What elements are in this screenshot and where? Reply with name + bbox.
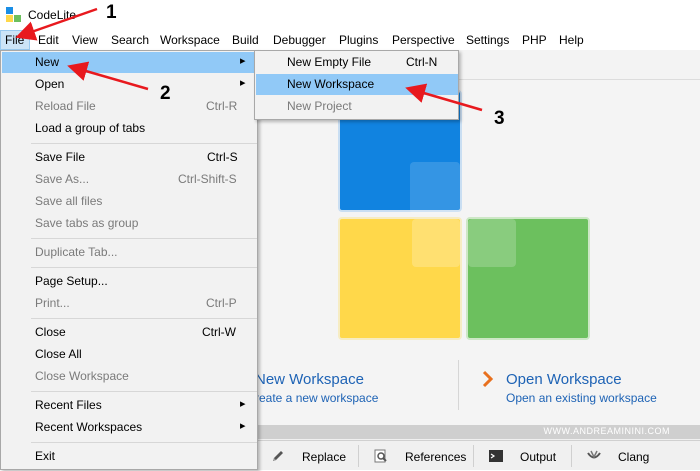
menu-item-label: New Project xyxy=(287,99,352,113)
tab-label: References xyxy=(405,450,467,464)
menu-item-save-as[interactable]: Save As... Ctrl-Shift-S xyxy=(2,169,256,190)
menu-item-save-file[interactable]: Save File Ctrl-S xyxy=(2,147,256,168)
menu-item-label: Close All xyxy=(35,347,82,361)
menu-item-label: New xyxy=(35,55,60,69)
menu-item-page-setup[interactable]: Page Setup... xyxy=(2,271,256,292)
logo-highlight xyxy=(468,219,516,267)
menu-item-label: Save File xyxy=(35,150,86,164)
logo-highlight xyxy=(412,219,460,267)
menu-item-save-all-files[interactable]: Save all files xyxy=(2,191,256,212)
menu-search[interactable]: Search xyxy=(111,33,149,47)
logo-highlight xyxy=(410,162,460,214)
menu-debugger[interactable]: Debugger xyxy=(273,33,326,47)
menu-item-recent-workspaces[interactable]: Recent Workspaces ▸ xyxy=(2,417,256,438)
annotation-number-3: 3 xyxy=(494,108,505,129)
menu-separator xyxy=(31,391,257,392)
menu-item-label: Reload File xyxy=(35,99,96,113)
menu-item-label: Load a group of tabs xyxy=(35,121,146,135)
menu-item-recent-files[interactable]: Recent Files ▸ xyxy=(2,395,256,416)
tab-separator xyxy=(473,445,474,467)
new-submenu: New Empty File Ctrl-N New Workspace New … xyxy=(254,50,459,120)
menu-item-load-group-of-tabs[interactable]: Load a group of tabs xyxy=(2,118,256,139)
magnifier-page-icon xyxy=(374,449,387,463)
menu-item-label: Exit xyxy=(35,449,56,463)
menu-item-label: Page Setup... xyxy=(35,274,108,288)
menu-item-shortcut: Ctrl-Shift-S xyxy=(178,172,237,186)
tab-separator xyxy=(571,445,572,467)
open-workspace-link[interactable]: Open Workspace xyxy=(506,371,622,388)
menu-separator xyxy=(31,318,257,319)
annotation-number-1: 1 xyxy=(106,2,117,23)
chevron-right-icon: ▸ xyxy=(240,420,246,432)
menu-item-new-empty-file[interactable]: New Empty File Ctrl-N xyxy=(256,52,458,73)
tab-label: Output xyxy=(520,450,557,464)
menu-separator xyxy=(31,143,257,144)
menu-settings[interactable]: Settings xyxy=(466,33,509,47)
pencil-icon xyxy=(273,451,283,461)
menu-item-reload-file[interactable]: Reload File Ctrl-R xyxy=(2,96,256,117)
menu-item-label: Recent Files xyxy=(35,398,102,412)
menu-item-label: Print... xyxy=(35,296,70,310)
menu-separator xyxy=(31,238,257,239)
menu-item-label: Close xyxy=(35,325,66,339)
file-menu: New ▸ Open ▸ Reload File Ctrl-R Load a g… xyxy=(0,50,258,470)
menu-item-label: Recent Workspaces xyxy=(35,420,143,434)
menu-item-new[interactable]: New ▸ xyxy=(2,52,256,73)
open-workspace-subtitle[interactable]: Open an existing workspace xyxy=(506,391,657,405)
menu-item-label: Duplicate Tab... xyxy=(35,245,118,259)
tab-label: Replace xyxy=(302,450,347,464)
menu-separator xyxy=(31,442,257,443)
chevron-right-icon: ▸ xyxy=(240,77,246,89)
menu-item-shortcut: Ctrl-R xyxy=(206,99,238,113)
menu-item-label: Open xyxy=(35,77,65,91)
codelite-logo-icon xyxy=(6,7,22,23)
menu-item-label: Save all files xyxy=(35,194,103,208)
chevron-right-icon xyxy=(482,370,494,388)
menu-php[interactable]: PHP xyxy=(522,33,547,47)
output-tabs-bar: Replace References Output Clang xyxy=(258,440,700,470)
menu-item-open[interactable]: Open ▸ xyxy=(2,74,256,95)
annotation-number-2: 2 xyxy=(160,83,171,104)
menu-edit[interactable]: Edit xyxy=(38,33,59,47)
menu-item-exit[interactable]: Exit xyxy=(2,446,256,467)
new-workspace-link[interactable]: New Workspace xyxy=(255,371,364,388)
menu-item-new-project[interactable]: New Project xyxy=(256,96,458,117)
menu-item-label: New Empty File xyxy=(287,55,372,69)
chevron-right-icon: ▸ xyxy=(240,398,246,410)
menu-item-close[interactable]: Close Ctrl-W xyxy=(2,322,256,343)
menu-plugins[interactable]: Plugins xyxy=(339,33,378,47)
menu-help[interactable]: Help xyxy=(559,33,584,47)
menu-item-label: New Workspace xyxy=(287,77,375,91)
menu-item-close-workspace[interactable]: Close Workspace xyxy=(2,366,256,387)
menu-item-shortcut: Ctrl-S xyxy=(207,150,238,164)
clang-icon xyxy=(587,450,601,459)
menu-item-close-all[interactable]: Close All xyxy=(2,344,256,365)
watermark: WWW.ANDREAMININI.COM xyxy=(258,425,700,439)
menu-item-label: Save tabs as group xyxy=(35,216,139,230)
menu-build[interactable]: Build xyxy=(232,33,259,47)
menu-item-shortcut: Ctrl-N xyxy=(406,55,438,69)
menu-file[interactable]: File xyxy=(0,30,30,50)
tab-label: Clang xyxy=(618,450,650,464)
welcome-divider xyxy=(458,360,459,410)
menu-item-label: Save As... xyxy=(35,172,90,186)
menu-item-shortcut: Ctrl-P xyxy=(206,296,237,310)
menu-separator xyxy=(31,267,257,268)
terminal-icon xyxy=(489,450,503,462)
app-title: CodeLite xyxy=(28,8,77,22)
title-bar: CodeLite xyxy=(0,0,700,30)
menu-perspective[interactable]: Perspective xyxy=(392,33,455,47)
tab-separator xyxy=(358,445,359,467)
new-workspace-subtitle[interactable]: reate a new workspace xyxy=(255,391,378,405)
menu-item-shortcut: Ctrl-W xyxy=(202,325,236,339)
menu-item-save-tabs-as-group[interactable]: Save tabs as group xyxy=(2,213,256,234)
menu-item-print[interactable]: Print... Ctrl-P xyxy=(2,293,256,314)
menu-item-label: Close Workspace xyxy=(35,369,129,383)
menu-item-duplicate-tab[interactable]: Duplicate Tab... xyxy=(2,242,256,263)
menu-item-new-workspace[interactable]: New Workspace xyxy=(256,74,458,95)
menu-bar: File Edit View Search Workspace Build De… xyxy=(0,30,700,50)
menu-view[interactable]: View xyxy=(72,33,98,47)
menu-workspace[interactable]: Workspace xyxy=(160,33,220,47)
chevron-right-icon: ▸ xyxy=(240,55,246,67)
